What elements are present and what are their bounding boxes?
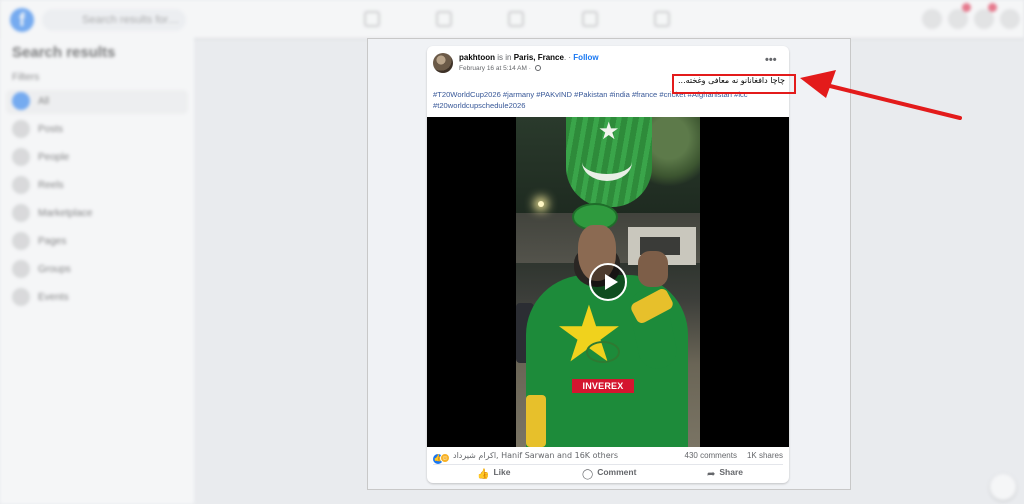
- engagement-counts: 430 comments 1K shares: [685, 451, 784, 460]
- sidebar-item-label: Pages: [38, 236, 67, 247]
- search-sidebar: Search results Filters All Posts People …: [0, 38, 194, 504]
- post-timestamp[interactable]: February 16 at 5:14 AM: [459, 65, 527, 72]
- sidebar-title: Search results: [12, 44, 116, 61]
- location-link[interactable]: Paris, France: [514, 53, 564, 62]
- all-icon: [12, 92, 30, 110]
- post-card: pakhtoon is in Paris, France. · Follow F…: [427, 46, 789, 483]
- play-button-icon[interactable]: [589, 263, 627, 301]
- scarf-graphic: [526, 395, 546, 447]
- new-message-button[interactable]: [990, 474, 1016, 500]
- groups-icon[interactable]: [582, 11, 598, 27]
- marketplace-icon: [12, 204, 30, 222]
- more-options-icon[interactable]: •••: [765, 54, 777, 66]
- sidebar-item-label: Marketplace: [38, 208, 93, 219]
- share-button[interactable]: ➦ Share: [707, 467, 743, 480]
- pcb-crest-icon: [586, 341, 620, 363]
- haha-reaction-icon: ☺: [440, 453, 450, 463]
- streetlamp-graphic: [538, 201, 544, 207]
- share-arrow-icon: ➦: [707, 469, 716, 480]
- sidebar-item-reels[interactable]: Reels: [6, 174, 188, 198]
- fist-graphic: [638, 251, 668, 287]
- notifications-icon[interactable]: [974, 9, 994, 29]
- video-player[interactable]: ★ INVEREX ★: [427, 117, 789, 447]
- sidebar-item-events[interactable]: Events: [6, 286, 188, 310]
- reaction-summary[interactable]: 👍☺ اکرام شیرداد, Hanif Sarwan and 16K oth…: [433, 451, 618, 464]
- jersey-star-icon: ★: [554, 290, 624, 378]
- comment-button[interactable]: ◯ Comment: [582, 467, 636, 480]
- author-name[interactable]: pakhtoon: [459, 53, 495, 62]
- menu-icon[interactable]: [922, 9, 942, 29]
- groups-icon: [12, 260, 30, 278]
- sidebar-item-groups[interactable]: Groups: [6, 258, 188, 282]
- like-label: Like: [493, 467, 511, 477]
- sidebar-item-all[interactable]: All: [6, 90, 188, 114]
- author-avatar[interactable]: [433, 53, 453, 73]
- sidebar-item-label: All: [38, 96, 50, 107]
- like-button[interactable]: 👍 Like: [477, 467, 510, 480]
- sidebar-item-label: Posts: [38, 124, 64, 135]
- share-label: Share: [719, 467, 744, 477]
- home-icon[interactable]: [364, 11, 380, 27]
- sidebar-item-people[interactable]: People: [6, 146, 188, 170]
- flag-star-icon: ★: [598, 118, 620, 145]
- profile-avatar[interactable]: [1000, 9, 1020, 29]
- sidebar-item-label: People: [38, 152, 70, 163]
- sidebar-item-posts[interactable]: Posts: [6, 118, 188, 142]
- comment-bubble-icon: ◯: [582, 469, 594, 480]
- actions-divider: [433, 464, 783, 465]
- top-navigation-bar: f Search results for…: [0, 0, 1024, 38]
- separator-dot: . ·: [563, 53, 574, 62]
- reels-icon: [12, 176, 30, 194]
- sidebar-item-label: Groups: [38, 264, 71, 275]
- pages-icon: [12, 232, 30, 250]
- globe-icon: [534, 65, 541, 71]
- comments-count[interactable]: 430 comments: [685, 451, 737, 460]
- notification-badge: [988, 3, 997, 12]
- marketplace-icon[interactable]: [508, 11, 524, 27]
- search-input[interactable]: Search results for…: [42, 9, 186, 31]
- filters-label: Filters: [12, 72, 40, 83]
- sidebar-item-pages[interactable]: Pages: [6, 230, 188, 254]
- comment-label: Comment: [597, 467, 637, 477]
- is-in-text: is in: [497, 53, 512, 62]
- sidebar-item-label: Events: [38, 292, 69, 303]
- thumbs-up-icon: 👍: [477, 469, 490, 480]
- gaming-icon[interactable]: [654, 11, 670, 27]
- sidebar-item-label: Reels: [38, 180, 64, 191]
- jersey-sponsor-text: INVEREX: [572, 379, 634, 393]
- people-icon: [12, 148, 30, 166]
- shares-count[interactable]: 1K shares: [747, 451, 783, 460]
- post-header: pakhtoon is in Paris, France. · Follow: [459, 53, 599, 62]
- notification-badge: [962, 3, 971, 12]
- facebook-logo[interactable]: f: [10, 8, 34, 32]
- events-icon: [12, 288, 30, 306]
- post-meta: February 16 at 5:14 AM ·: [459, 65, 541, 72]
- crescent-icon: [582, 143, 632, 181]
- reactors-text: اکرام شیرداد, Hanif Sarwan and 16K other…: [453, 451, 619, 460]
- posts-icon: [12, 120, 30, 138]
- messenger-icon[interactable]: [948, 9, 968, 29]
- highlight-box: [672, 74, 796, 94]
- sidebar-item-marketplace[interactable]: Marketplace: [6, 202, 188, 226]
- follow-button[interactable]: Follow: [573, 53, 598, 62]
- video-icon[interactable]: [436, 11, 452, 27]
